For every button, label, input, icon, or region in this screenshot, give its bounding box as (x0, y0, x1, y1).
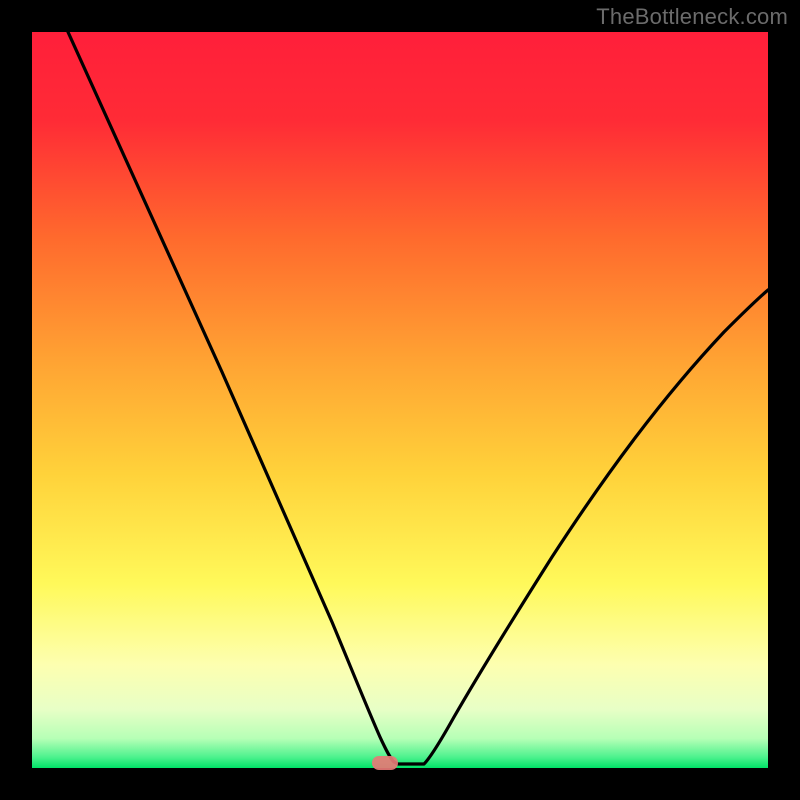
plot-area (32, 32, 768, 768)
chart-svg (32, 32, 768, 768)
optimum-marker (372, 756, 398, 770)
gradient-background (32, 32, 768, 768)
chart-frame: TheBottleneck.com (0, 0, 800, 800)
watermark-label: TheBottleneck.com (596, 4, 788, 30)
